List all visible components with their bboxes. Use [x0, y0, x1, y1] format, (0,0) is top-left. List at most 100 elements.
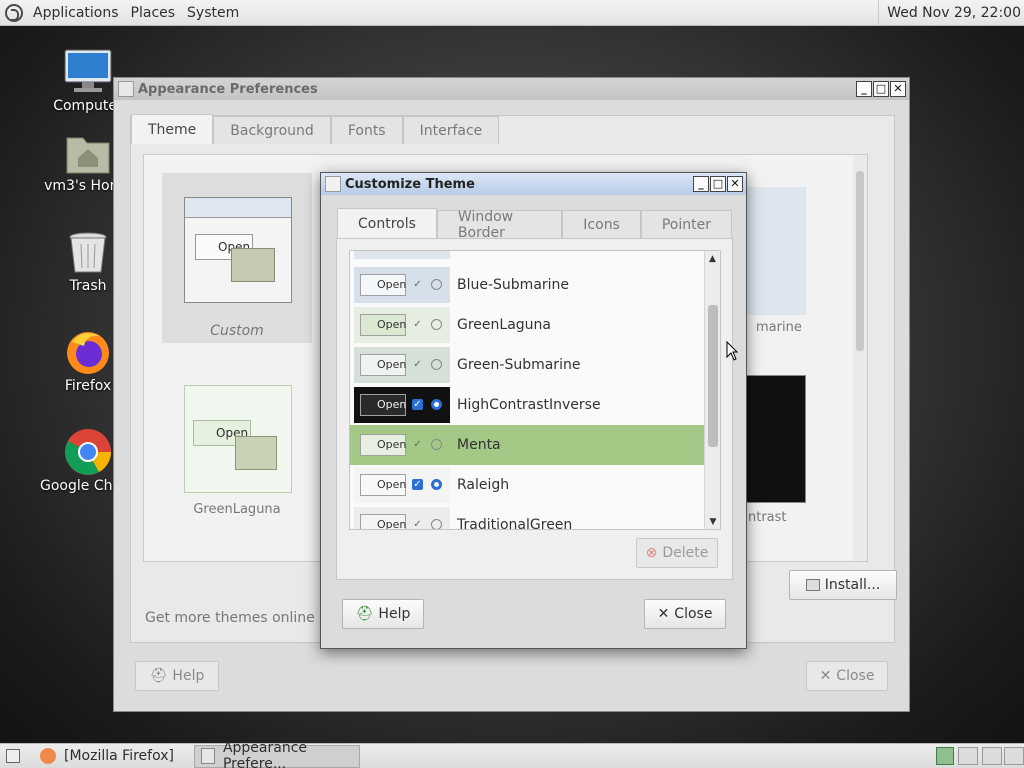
theme-preview: Open [184, 385, 292, 493]
list-scrollbar[interactable]: ▲ ▼ [704, 251, 720, 529]
checkbox-icon: ✓ [412, 479, 423, 490]
checkbox-icon: ✓ [413, 359, 422, 370]
firefox-icon [40, 748, 56, 764]
theme-label: ntrast [748, 510, 787, 525]
workspace-2[interactable] [958, 747, 978, 765]
tab-controls[interactable]: Controls [337, 208, 437, 238]
theme-label: GreenLaguna [193, 502, 281, 517]
preview-open-button: Open [360, 514, 406, 529]
maximize-button[interactable]: □ [873, 81, 889, 97]
theme-list-row[interactable]: Open ✓ GreenLaguna [350, 305, 706, 345]
close-icon: ✕ [657, 606, 670, 622]
preview-open-button: Open [360, 354, 406, 376]
theme-preview: Open ✓ [354, 507, 450, 529]
appearance-titlebar[interactable]: Appearance Preferences _ □ ✕ [114, 78, 909, 100]
radio-icon [431, 279, 442, 290]
theme-name: HighContrastInverse [457, 397, 601, 413]
minimize-button[interactable]: _ [693, 176, 709, 192]
theme-name: Raleigh [457, 477, 510, 493]
maximize-button[interactable]: □ [710, 176, 726, 192]
theme-custom[interactable]: Open Custom [162, 173, 312, 343]
theme-grid-scrollbar[interactable] [853, 155, 867, 561]
radio-icon [431, 359, 442, 370]
tab-theme[interactable]: Theme [131, 114, 214, 144]
menu-places[interactable]: Places [125, 5, 182, 21]
appearance-close-button[interactable]: ✕ Close [806, 661, 888, 691]
radio-icon [431, 519, 442, 529]
mouse-pointer-icon [726, 340, 739, 361]
taskbar-item-firefox[interactable]: [Mozilla Firefox] [34, 745, 180, 768]
more-themes-link[interactable]: Get more themes online [145, 610, 315, 626]
preview-open-button: Open [360, 434, 406, 456]
customize-help-button[interactable]: ⛑ Help [342, 599, 424, 629]
workspace-1[interactable] [936, 747, 954, 765]
clock[interactable]: Wed Nov 29, 22:00 [878, 0, 1024, 26]
theme-label: Custom [210, 323, 264, 339]
customize-close-button[interactable]: ✕ Close [644, 599, 726, 629]
appearance-app-icon [200, 748, 215, 764]
tab-pointer[interactable]: Pointer [640, 210, 732, 238]
theme-greenlaguna[interactable]: Open GreenLaguna [162, 365, 312, 535]
delete-icon: ⊗ [645, 545, 658, 561]
window-close-button[interactable]: ✕ [890, 81, 906, 97]
scrollbar-thumb[interactable] [708, 305, 718, 447]
chrome-icon [64, 428, 112, 476]
theme-name: Menta [457, 437, 501, 453]
folder-icon [231, 248, 275, 282]
help-icon: ⛑ [355, 606, 374, 622]
scroll-down-arrow-icon[interactable]: ▼ [705, 517, 720, 527]
computer-icon [64, 48, 112, 96]
checkbox-icon: ✓ [412, 399, 423, 410]
customize-theme-dialog: Customize Theme _ □ ✕ Controls Window Bo… [320, 172, 747, 649]
window-close-button[interactable]: ✕ [727, 176, 743, 192]
scroll-up-arrow-icon[interactable]: ▲ [705, 254, 720, 264]
theme-high-contrast[interactable] [744, 375, 806, 503]
menu-applications[interactable]: Applications [27, 5, 125, 21]
folder-icon [235, 436, 277, 470]
theme-preview: Open ✓ [354, 387, 450, 423]
show-desktop-icon[interactable] [6, 749, 20, 763]
theme-name: TraditionalGreen [457, 517, 573, 530]
customize-notebook: Controls Window Border Icons Pointer Ope… [336, 208, 733, 580]
radio-icon [431, 479, 442, 490]
workspace-4[interactable] [1004, 747, 1024, 765]
theme-list-row[interactable]: Open ✓ TraditionalGreen [350, 505, 706, 530]
theme-name: Blue-Submarine [457, 277, 570, 293]
tab-background[interactable]: Background [213, 116, 331, 144]
appearance-app-icon [118, 81, 134, 97]
help-icon: ⛑ [149, 668, 168, 684]
checkbox-icon: ✓ [413, 319, 422, 330]
customize-titlebar[interactable]: Customize Theme _ □ ✕ [321, 173, 746, 195]
minimize-button[interactable]: _ [856, 81, 872, 97]
theme-list-row[interactable]: Open ✓ Menta [350, 425, 706, 465]
trash-icon [64, 228, 112, 276]
preview-open-button: Open [360, 314, 406, 336]
theme-name: GreenLaguna [457, 317, 551, 333]
radio-icon [431, 319, 442, 330]
install-button[interactable]: Install... [789, 570, 897, 600]
distro-logo-icon[interactable] [5, 3, 23, 22]
theme-list-row[interactable]: Open ✓ Raleigh [350, 465, 706, 505]
tab-fonts[interactable]: Fonts [330, 116, 403, 144]
checkbox-icon: ✓ [413, 279, 422, 290]
firefox-icon [64, 328, 112, 376]
menu-system[interactable]: System [181, 5, 245, 21]
theme-preview: Open ✓ [354, 307, 450, 343]
theme-preview: Open ✓ [354, 267, 450, 303]
theme-preview: Open ✓ [354, 427, 450, 463]
preview-open-button: Open [360, 474, 406, 496]
delete-button[interactable]: ⊗ Delete [636, 538, 718, 568]
bottom-panel: [Mozilla Firefox] Appearance Prefere... [0, 740, 1024, 768]
appearance-help-button[interactable]: ⛑ Help [135, 661, 219, 691]
tab-window-border[interactable]: Window Border [436, 209, 563, 241]
preview-open-button: Open [360, 274, 406, 296]
theme-list-row[interactable]: Open ✓ Green-Submarine [350, 345, 706, 385]
customize-title: Customize Theme [345, 176, 475, 192]
workspace-3[interactable] [982, 747, 1002, 765]
theme-list-row[interactable]: Open ✓ Blue-Submarine [350, 265, 706, 305]
taskbar-item-appearance[interactable]: Appearance Prefere... [193, 740, 360, 768]
tab-icons[interactable]: Icons [562, 210, 641, 238]
tab-interface[interactable]: Interface [402, 116, 500, 144]
close-icon: ✕ [819, 668, 832, 684]
theme-list-row[interactable]: Open ✓ HighContrastInverse [350, 385, 706, 425]
